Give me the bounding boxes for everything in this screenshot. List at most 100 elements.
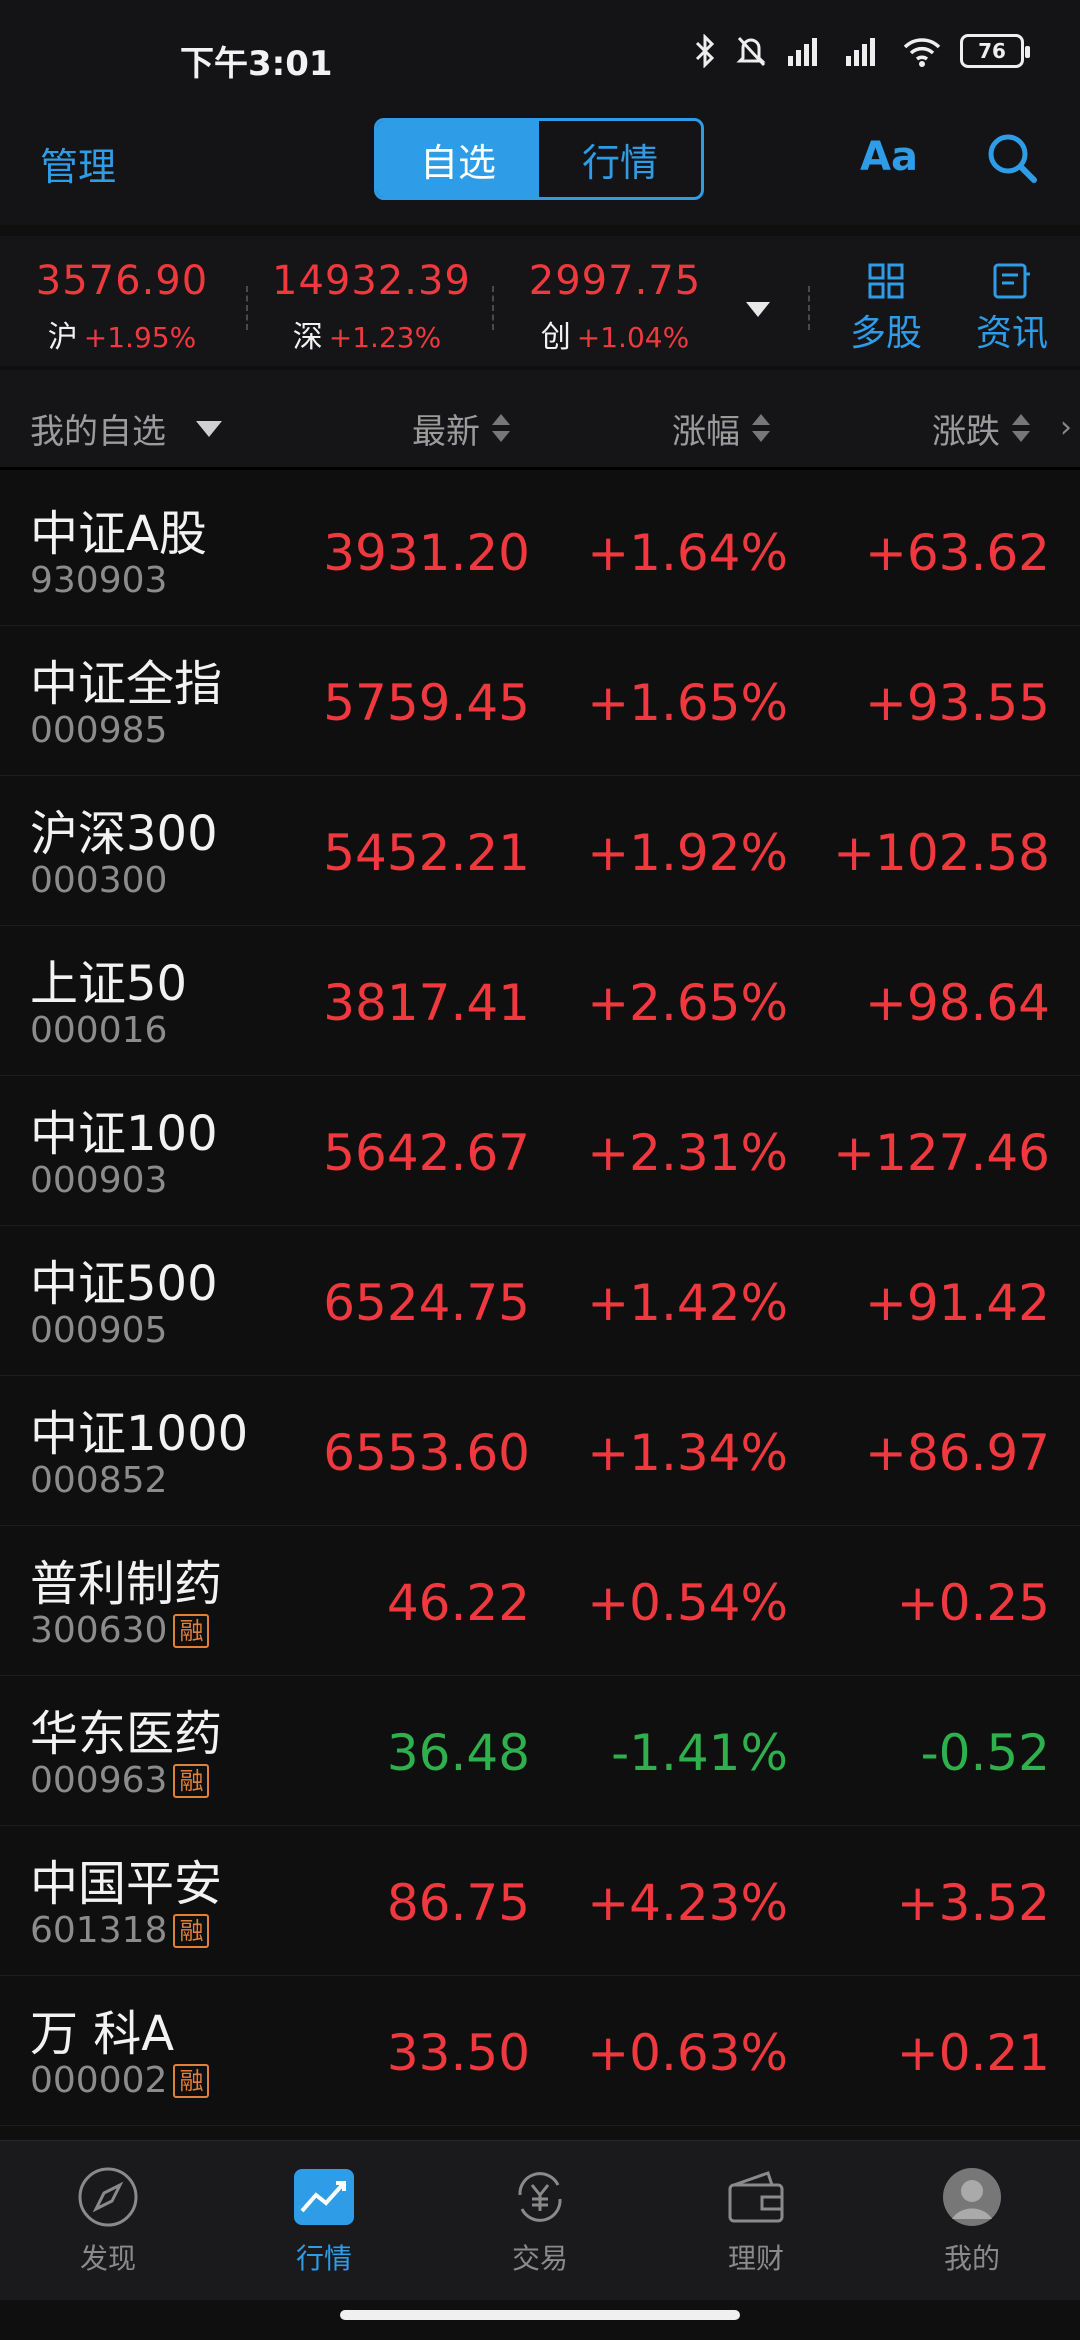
stock-change: +86.97 — [864, 1424, 1050, 1482]
margin-badge: 融 — [173, 1763, 210, 1798]
tab-label: 交易 — [511, 2242, 568, 2275]
stock-code-line: 601318 融 — [30, 1910, 210, 1951]
stock-code-line: 000985 — [30, 710, 167, 751]
divider — [246, 286, 248, 330]
stock-code: 601318 — [30, 1910, 168, 1951]
stock-pct: +2.31% — [587, 1124, 788, 1182]
tab-finance[interactable]: 理财 — [696, 2165, 816, 2277]
stock-price: 5452.21 — [323, 824, 530, 882]
stock-code: 000963 — [30, 1760, 168, 1801]
stock-code-line: 000852 — [30, 1460, 167, 1501]
stock-price: 5642.67 — [323, 1124, 530, 1182]
index-dropdown-icon[interactable] — [746, 302, 770, 317]
signal-hd-icon — [788, 38, 817, 66]
index-shenzhen[interactable]: 14932.39 深 +1.23% — [272, 258, 470, 356]
grid-icon — [868, 263, 904, 299]
stock-pct: +4.23% — [587, 1874, 788, 1932]
tab-trade[interactable]: 交易 — [480, 2165, 600, 2277]
multi-stock-button[interactable]: 多股 — [836, 262, 936, 356]
stock-name: 万 科A — [30, 2006, 175, 2062]
top-nav: 管理 自选 行情 Aa — [0, 110, 1080, 225]
index-change: +1.23% — [328, 321, 442, 354]
tab-label: 行情 — [295, 2242, 352, 2275]
home-indicator[interactable] — [340, 2310, 740, 2320]
tab-mine[interactable]: 我的 — [912, 2165, 1032, 2277]
stock-pct: +0.63% — [587, 2024, 788, 2082]
group-selector[interactable]: 我的自选 — [30, 404, 222, 453]
stock-code: 000852 — [30, 1460, 168, 1501]
sort-change[interactable]: 涨跌 — [932, 404, 1030, 453]
stock-change: +98.64 — [864, 974, 1050, 1032]
index-value: 3576.90 — [35, 258, 209, 304]
stock-code: 300630 — [30, 1610, 168, 1651]
tab-label: 发现 — [79, 2242, 136, 2275]
tab-label: 我的 — [943, 2242, 1000, 2275]
sort-icon — [1012, 413, 1030, 444]
stock-pct: -1.41% — [611, 1724, 788, 1782]
tab-market-bottom[interactable]: 行情 — [264, 2165, 384, 2277]
table-row[interactable]: 华东医药 000963 融 36.48 -1.41% -0.52 — [0, 1676, 1080, 1826]
stock-code: 000903 — [30, 1160, 168, 1201]
stock-code: 000016 — [30, 1010, 168, 1051]
manage-button[interactable]: 管理 — [40, 136, 116, 191]
stock-name: 中国平安 — [30, 1856, 223, 1912]
table-row[interactable]: 上证50 000016 3817.41 +2.65% +98.64 — [0, 926, 1080, 1076]
stock-change: +127.46 — [833, 1124, 1050, 1182]
table-row[interactable]: 中证A股 930903 3931.20 +1.64% +63.62 — [0, 476, 1080, 626]
stock-name: 中证1000 — [30, 1406, 249, 1462]
sort-latest[interactable]: 最新 — [412, 404, 510, 453]
stock-price: 3817.41 — [323, 974, 530, 1032]
watchlist: 中证A股 930903 3931.20 +1.64% +63.62 中证全指 000985 5… — [0, 476, 1080, 2126]
table-row[interactable]: 沪深300 000300 5452.21 +1.92% +102.58 — [0, 776, 1080, 926]
stock-name: 沪深300 — [30, 806, 218, 862]
index-value: 2997.75 — [528, 258, 702, 304]
chevron-right-icon[interactable]: › — [1060, 410, 1072, 445]
table-row[interactable]: 中证100 000903 5642.67 +2.31% +127.46 — [0, 1076, 1080, 1226]
margin-badge: 融 — [173, 1613, 210, 1648]
table-row[interactable]: 中证1000 000852 6553.60 +1.34% +86.97 — [0, 1376, 1080, 1526]
column-header: 我的自选 最新 涨幅 涨跌 › — [0, 370, 1080, 470]
status-bar: 下午3:01 76 — [0, 0, 1080, 110]
index-chinext[interactable]: 2997.75 创 +1.04% — [520, 258, 710, 356]
tab-watchlist[interactable]: 自选 — [377, 121, 539, 197]
status-icons: 76 — [694, 34, 1030, 68]
stock-code-line: 930903 — [30, 560, 167, 601]
bottom-tabbar: 发现 行情 交易 理财 我的 — [0, 2140, 1080, 2300]
divider — [492, 286, 494, 330]
stock-name: 中证100 — [30, 1106, 218, 1162]
news-button[interactable]: 资讯 — [962, 262, 1062, 356]
caret-down-icon — [196, 420, 222, 437]
stock-pct: +2.65% — [587, 974, 788, 1032]
stock-price: 36.48 — [386, 1724, 530, 1782]
tab-market[interactable]: 行情 — [539, 121, 701, 197]
table-row[interactable]: 中证500 000905 6524.75 +1.42% +91.42 — [0, 1226, 1080, 1376]
sort-pct[interactable]: 涨幅 — [672, 404, 770, 453]
latest-label: 最新 — [412, 412, 480, 452]
stock-code-line: 000002 融 — [30, 2060, 210, 2101]
search-icon[interactable] — [984, 130, 1040, 186]
table-row[interactable]: 中国平安 601318 融 86.75 +4.23% +3.52 — [0, 1826, 1080, 1976]
stock-price: 6524.75 — [323, 1274, 530, 1332]
compass-icon — [78, 2167, 138, 2227]
table-row[interactable]: 中证全指 000985 5759.45 +1.65% +93.55 — [0, 626, 1080, 776]
stock-code: 000300 — [30, 860, 168, 901]
tab-label: 理财 — [727, 2242, 784, 2275]
stock-change: +102.58 — [833, 824, 1050, 882]
stock-pct: +1.34% — [587, 1424, 788, 1482]
stock-code: 930903 — [30, 560, 168, 601]
font-size-button[interactable]: Aa — [860, 134, 918, 180]
tab-discover[interactable]: 发现 — [48, 2165, 168, 2277]
sort-icon — [492, 413, 510, 444]
index-change: +1.04% — [576, 321, 690, 354]
stock-name: 上证50 — [30, 956, 188, 1012]
table-row[interactable]: 普利制药 300630 融 46.22 +0.54% +0.25 — [0, 1526, 1080, 1676]
stock-change: +91.42 — [864, 1274, 1050, 1332]
stock-code: 000002 — [30, 2060, 168, 2101]
avatar-icon — [943, 2168, 1001, 2226]
margin-badge: 融 — [173, 2063, 210, 2098]
stock-code-line: 000903 — [30, 1160, 167, 1201]
stock-change: -0.52 — [920, 1724, 1050, 1782]
stock-price: 5759.45 — [323, 674, 530, 732]
index-shanghai[interactable]: 3576.90 沪 +1.95% — [32, 258, 212, 356]
table-row[interactable]: 万 科A 000002 融 33.50 +0.63% +0.21 — [0, 1976, 1080, 2126]
